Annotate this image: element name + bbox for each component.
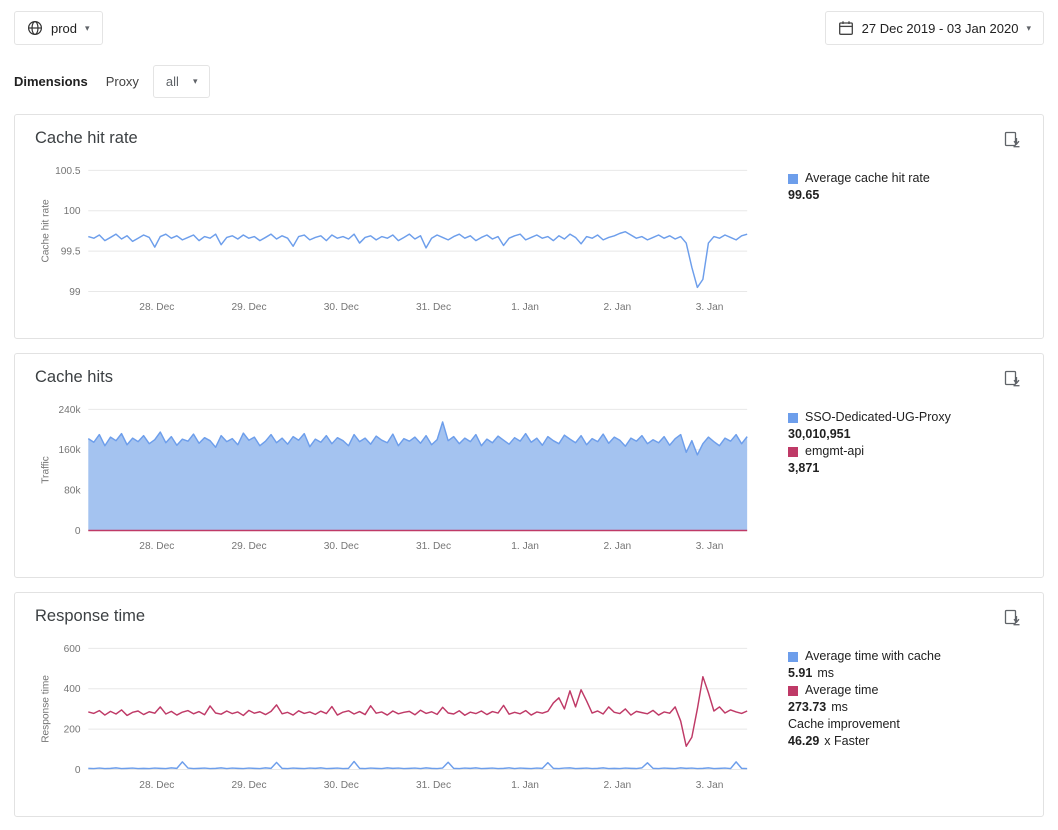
dimensions-bar: Dimensions Proxy all ▾	[0, 45, 1058, 114]
chevron-down-icon: ▾	[193, 76, 198, 87]
x-tick-label: 28. Dec	[139, 541, 174, 552]
y-tick-label: 0	[75, 765, 81, 776]
chart-legend: Average time with cache5.91msAverage tim…	[788, 648, 1023, 750]
cache-hits-chart: 0 80k 160k 240k 28. Dec 29. Dec 30. Dec 31. Dec…	[35, 399, 752, 569]
legend-label: Average cache hit rate	[805, 170, 930, 187]
proxy-filter-label: Proxy	[106, 74, 139, 89]
x-tick-label: 2. Jan	[604, 302, 632, 313]
legend-value: 30,010,951	[788, 427, 851, 441]
x-tick-label: 31. Dec	[416, 541, 451, 552]
x-tick-label: 1. Jan	[511, 541, 539, 552]
series-area	[88, 422, 747, 531]
x-tick-label: 31. Dec	[416, 302, 451, 313]
y-tick-label: 200	[64, 725, 81, 736]
x-tick-label: 28. Dec	[139, 302, 174, 313]
proxy-filter-dropdown[interactable]: all ▾	[153, 65, 211, 98]
cache-hit-rate-card: Cache hit rate 99 99.5 100 100.5 28. Dec 29. …	[14, 114, 1044, 339]
legend-value: 5.91	[788, 666, 812, 680]
legend-value-suffix: ms	[831, 700, 848, 714]
x-tick-label: 29. Dec	[232, 302, 267, 313]
card-title: Cache hit rate	[35, 129, 138, 148]
x-tick-label: 28. Dec	[139, 780, 174, 791]
x-tick-label: 30. Dec	[324, 780, 359, 791]
x-tick-label: 30. Dec	[324, 541, 359, 552]
legend-label: Cache improvement	[788, 716, 900, 733]
date-range-picker[interactable]: 27 Dec 2019 - 03 Jan 2020 ▾	[825, 11, 1044, 45]
card-title: Response time	[35, 607, 145, 626]
chart-legend: SSO-Dedicated-UG-Proxy30,010,951emgmt-ap…	[788, 409, 1023, 477]
top-bar: prod ▾ 27 Dec 2019 - 03 Jan 2020 ▾	[0, 0, 1058, 45]
response-time-card: Response time 0 200 400 600 28. Dec 29. Dec 30…	[14, 592, 1044, 817]
legend-value: 3,871	[788, 461, 819, 475]
legend-label: Average time	[805, 682, 878, 699]
chart-legend: Average cache hit rate99.65	[788, 170, 1023, 204]
x-tick-label: 3. Jan	[696, 302, 724, 313]
legend-item: Average time with cache5.91 ms	[788, 648, 1023, 682]
cache-hit-rate-chart: 99 99.5 100 100.5 28. Dec 29. Dec 30. Dec 31. D…	[35, 160, 752, 330]
x-tick-label: 3. Jan	[696, 780, 724, 791]
x-tick-label: 1. Jan	[511, 302, 539, 313]
legend-label: Average time with cache	[805, 648, 941, 665]
legend-swatch	[788, 652, 798, 662]
legend-item: Average time273.73 ms	[788, 682, 1023, 716]
chevron-down-icon: ▾	[1026, 23, 1031, 34]
x-tick-label: 2. Jan	[604, 780, 632, 791]
series-line	[88, 232, 747, 288]
series-line	[88, 761, 747, 768]
export-report-icon[interactable]	[1001, 607, 1023, 634]
legend-value-suffix: x Faster	[824, 734, 869, 748]
date-range-label: 27 Dec 2019 - 03 Jan 2020	[862, 21, 1019, 36]
x-tick-label: 1. Jan	[511, 780, 539, 791]
series-line	[88, 677, 747, 747]
x-tick-label: 29. Dec	[232, 780, 267, 791]
environment-label: prod	[51, 21, 77, 36]
export-report-icon[interactable]	[1001, 368, 1023, 395]
y-tick-label: 100	[64, 206, 81, 217]
legend-swatch	[788, 174, 798, 184]
environment-selector[interactable]: prod ▾	[14, 11, 103, 45]
legend-label: SSO-Dedicated-UG-Proxy	[805, 409, 951, 426]
legend-swatch	[788, 447, 798, 457]
legend-swatch	[788, 413, 798, 423]
legend-item: emgmt-api3,871	[788, 443, 1023, 477]
x-tick-label: 29. Dec	[232, 541, 267, 552]
y-tick-label: 99	[69, 287, 81, 298]
legend-value: 46.29	[788, 734, 819, 748]
globe-icon	[27, 20, 43, 36]
proxy-filter-value: all	[166, 74, 179, 89]
calendar-icon	[838, 20, 854, 36]
response-time-chart: 0 200 400 600 28. Dec 29. Dec 30. Dec 31. Dec 1.…	[35, 638, 752, 808]
card-title: Cache hits	[35, 368, 113, 387]
legend-value: 273.73	[788, 700, 826, 714]
y-tick-label: 600	[64, 644, 81, 655]
y-tick-label: 99.5	[61, 247, 81, 258]
x-tick-label: 3. Jan	[696, 541, 724, 552]
x-tick-label: 2. Jan	[604, 541, 632, 552]
cache-hits-card: Cache hits 0 80k 160k 240k 28. Dec 29. Dec 30.…	[14, 353, 1044, 578]
y-axis-title: Response time	[41, 675, 52, 743]
y-tick-label: 0	[75, 526, 81, 537]
legend-value: 99.65	[788, 188, 819, 202]
legend-value-suffix: ms	[817, 666, 834, 680]
legend-label: emgmt-api	[805, 443, 864, 460]
x-tick-label: 30. Dec	[324, 302, 359, 313]
y-axis-title: Cache hit rate	[41, 199, 52, 263]
y-axis-title: Traffic	[41, 456, 52, 484]
y-tick-label: 100.5	[55, 166, 81, 177]
legend-item: Cache improvement46.29 x Faster	[788, 716, 1023, 750]
y-tick-label: 160k	[59, 445, 82, 456]
x-tick-label: 31. Dec	[416, 780, 451, 791]
legend-item: Average cache hit rate99.65	[788, 170, 1023, 204]
legend-swatch	[788, 686, 798, 696]
chevron-down-icon: ▾	[85, 23, 90, 34]
y-tick-label: 240k	[59, 405, 82, 416]
legend-item: SSO-Dedicated-UG-Proxy30,010,951	[788, 409, 1023, 443]
dimensions-label: Dimensions	[14, 74, 88, 89]
y-tick-label: 400	[64, 684, 81, 695]
y-tick-label: 80k	[64, 486, 81, 497]
export-report-icon[interactable]	[1001, 129, 1023, 156]
